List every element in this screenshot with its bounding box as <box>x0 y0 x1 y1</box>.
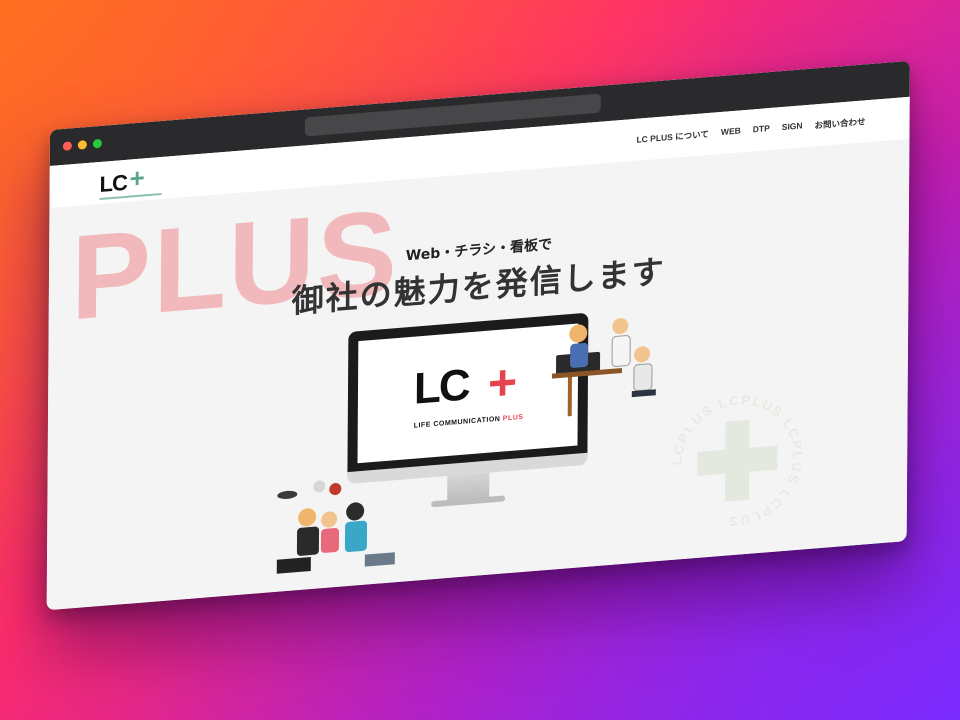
webpage: LC + LC PLUS について WEB DTP SIGN お問い合わせ PL… <box>46 96 910 611</box>
nav-about[interactable]: LC PLUS について <box>636 128 709 146</box>
monitor-subtitle-plus: PLUS <box>502 413 524 423</box>
monitor-logo-text: LC <box>413 360 469 414</box>
person-body-shape <box>344 520 368 552</box>
close-window-icon[interactable] <box>62 141 72 151</box>
table-leg-shape <box>567 375 572 417</box>
site-logo[interactable]: LC + <box>99 162 169 201</box>
monitor-subtitle-main: LIFE COMMUNICATION <box>413 415 501 430</box>
person-head-shape <box>612 318 629 335</box>
main-nav: LC PLUS について WEB DTP SIGN お問い合わせ <box>636 115 865 145</box>
nav-dtp[interactable]: DTP <box>753 123 770 136</box>
monitor-logo-subtitle: LIFE COMMUNICATION PLUS <box>414 414 524 430</box>
browser-mockup: LC + LC PLUS について WEB DTP SIGN お問い合わせ PL… <box>46 60 910 611</box>
laptop-shape <box>276 557 311 574</box>
meeting-people-illustration <box>551 318 656 417</box>
browser-window: LC + LC PLUS について WEB DTP SIGN お問い合わせ PL… <box>46 60 910 611</box>
nav-contact[interactable]: お問い合わせ <box>815 115 866 131</box>
person-body-shape <box>320 528 340 553</box>
site-logo-plus: + <box>129 162 145 194</box>
person-body-shape <box>633 363 653 392</box>
person-body-shape <box>611 335 631 367</box>
nav-web[interactable]: WEB <box>721 125 741 139</box>
monitor-logo: LC + <box>413 353 518 414</box>
person-head-shape <box>346 502 365 521</box>
person-head-shape <box>321 511 338 528</box>
person-head-shape <box>569 324 588 343</box>
laptop-shape <box>364 552 395 567</box>
team-people-illustration <box>276 480 395 574</box>
maximize-window-icon[interactable] <box>92 138 102 149</box>
badge-plus-shape <box>697 445 778 476</box>
person-body-shape <box>296 526 320 556</box>
floating-item-shape <box>313 480 326 493</box>
person-head-shape <box>634 346 651 363</box>
floating-item-shape <box>329 483 342 496</box>
minimize-window-icon[interactable] <box>77 140 87 150</box>
nav-sign[interactable]: SIGN <box>782 120 803 134</box>
lcplus-badge: LCPLUS LCPLUS LCPLUS LCPLUS <box>669 387 806 534</box>
monitor-logo-plus: + <box>487 353 518 412</box>
person-body-shape <box>570 342 589 368</box>
site-logo-text: LC <box>99 169 128 198</box>
person-head-shape <box>298 508 317 527</box>
monitor-screen: LC + LIFE COMMUNICATION PLUS <box>357 323 579 464</box>
floating-item-shape <box>277 490 298 499</box>
